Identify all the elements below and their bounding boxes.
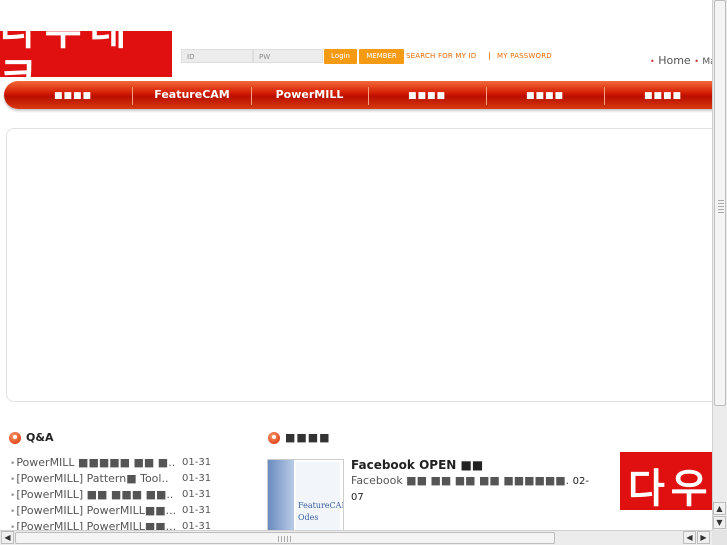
util-link-ma[interactable]: Ma (702, 57, 712, 67)
nav-item-featurecam[interactable]: FeatureCAM (133, 81, 251, 109)
thumbnail-caption: FeatureCAM Odes (298, 501, 343, 522)
bullet-icon (9, 431, 21, 444)
bullet-dot-icon: • (10, 507, 16, 517)
bullet-dot-icon: • (10, 491, 16, 501)
vertical-scrollbar[interactable]: ▲ ▼ (712, 0, 727, 530)
nav-item-powermill[interactable]: PowerMILL (252, 81, 367, 109)
main-banner (6, 128, 712, 402)
vertical-scroll-thumb[interactable] (714, 0, 726, 406)
bullet-dot-icon: • (10, 459, 16, 469)
horizontal-scroll-thumb[interactable] (15, 532, 555, 544)
util-links: • Home • Ma (650, 54, 712, 67)
page-viewport: 다우테크 ID PW Login MEMBER SEARCH FOR MY ID… (0, 0, 712, 530)
link-separator: | (488, 51, 491, 60)
nav-item-6[interactable]: ■■■■ (605, 81, 712, 109)
news-thumbnail[interactable]: FeatureCAM Odes (267, 459, 344, 530)
list-item[interactable]: •[PowerMILL] Pattern■ Tool.. 01-31 (10, 472, 215, 488)
news-section-title[interactable]: ■■■■ (268, 431, 331, 444)
news-item-title[interactable]: Facebook OPEN ■■ (351, 458, 483, 472)
bullet-dot-icon: • (10, 523, 16, 530)
scroll-up-icon[interactable]: ▲ (713, 502, 726, 515)
scroll-down-icon[interactable]: ▼ (713, 516, 726, 529)
nav-item-4[interactable]: ■■■■ (369, 81, 485, 109)
scroll-left-end-icon[interactable]: ◀ (683, 531, 696, 544)
qa-section-title[interactable]: Q&A (9, 431, 53, 444)
list-item[interactable]: •[PowerMILL] PowerMILL■■... 01-31 (10, 504, 215, 520)
scroll-right-icon[interactable]: ▶ (697, 531, 710, 544)
qa-list: •PowerMILL ■■■■■ ■■ ■.. 01-31 •[PowerMIL… (10, 456, 215, 530)
scroll-left-icon[interactable]: ◀ (1, 531, 14, 544)
thumbnail-art (268, 460, 294, 530)
bullet-dot-icon: • (10, 475, 16, 485)
login-button[interactable]: Login (324, 49, 357, 64)
grip-icon (278, 536, 292, 542)
main-nav: ■■■■ FeatureCAM PowerMILL ■■■■ ■■■■ ■■■■ (4, 81, 712, 109)
id-input[interactable]: ID (181, 49, 253, 63)
list-item[interactable]: •[PowerMILL] PowerMILL■■... 01-31 (10, 520, 215, 530)
list-item[interactable]: •PowerMILL ■■■■■ ■■ ■.. 01-31 (10, 456, 215, 472)
nav-item-1[interactable]: ■■■■ (14, 81, 132, 109)
my-password-link[interactable]: MY PASSWORD (497, 52, 552, 60)
news-item-desc: Facebook ■■ ■■ ■■ ■■ ■■■■■■. 02-07 (351, 474, 590, 503)
site-logo[interactable]: 다우테크 (0, 8, 172, 100)
password-input[interactable]: PW (253, 49, 323, 63)
list-item[interactable]: •[PowerMILL] ■■ ■■■ ■■.. 01-31 (10, 488, 215, 504)
search-id-link[interactable]: SEARCH FOR MY ID (406, 52, 476, 60)
horizontal-scrollbar[interactable]: ◀ ◀ ▶ (0, 530, 712, 545)
footer-logo-text: 다우테크 (628, 466, 712, 510)
home-link[interactable]: Home (658, 54, 690, 67)
grip-icon (718, 200, 724, 214)
scroll-corner (712, 530, 727, 545)
nav-item-5[interactable]: ■■■■ (487, 81, 603, 109)
footer-logo[interactable]: 다우테크 (620, 452, 712, 510)
member-button[interactable]: MEMBER (359, 49, 404, 64)
bullet-icon (268, 431, 280, 444)
